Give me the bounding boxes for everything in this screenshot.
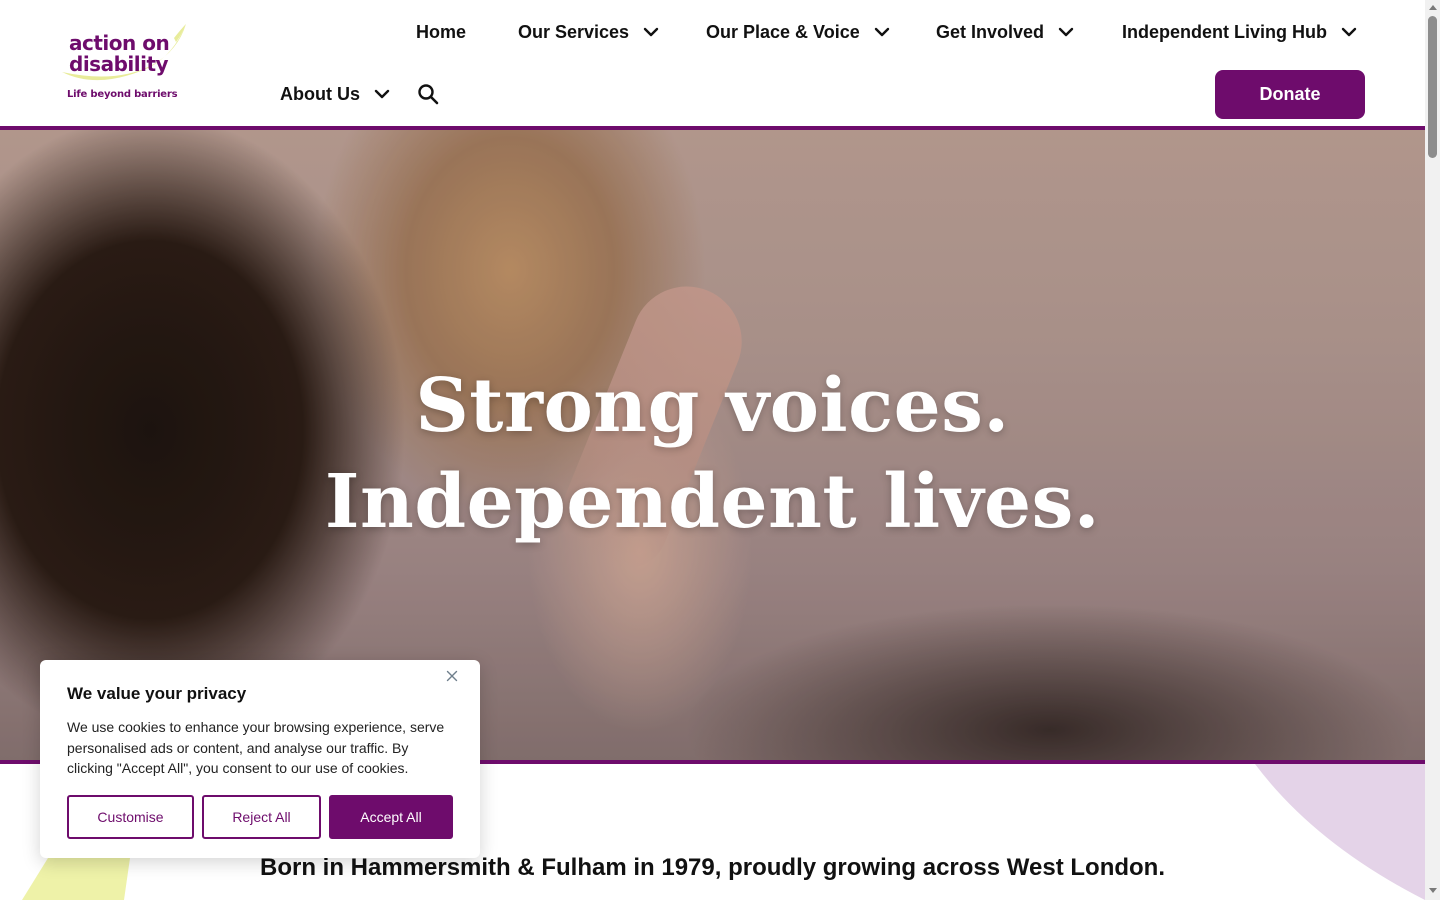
scroll-down-arrow-icon[interactable] [1429, 888, 1437, 893]
scrollbar-thumb[interactable] [1428, 16, 1437, 158]
nav-get-involved[interactable]: Get Involved [936, 19, 1074, 45]
chevron-down-icon [1341, 27, 1357, 37]
nav-about-us[interactable]: About Us [280, 81, 390, 107]
page-scrollbar[interactable] [1425, 0, 1440, 900]
nav-independent-living-hub-label: Independent Living Hub [1122, 21, 1327, 42]
customise-button[interactable]: Customise [67, 795, 194, 839]
nav-about-us-label: About Us [280, 83, 360, 104]
search-icon[interactable] [417, 83, 439, 105]
chevron-down-icon [643, 27, 659, 37]
logo[interactable]: action on disability Life beyond barrier… [58, 20, 190, 106]
reject-all-button[interactable]: Reject All [202, 795, 321, 839]
chevron-down-icon [1058, 27, 1074, 37]
nav-our-services[interactable]: Our Services [518, 19, 659, 45]
nav-home[interactable]: Home [416, 19, 466, 45]
intro-heading: Born in Hammersmith & Fulham in 1979, pr… [259, 854, 1165, 881]
logo-text-line2: disability [69, 52, 169, 76]
close-icon[interactable] [444, 668, 460, 684]
logo-tagline: Life beyond barriers [67, 89, 178, 100]
cookie-message: We use cookies to enhance your browsing … [67, 719, 445, 776]
scroll-up-arrow-icon[interactable] [1429, 5, 1437, 10]
nav-home-label: Home [416, 21, 467, 42]
hero-heading-line1: Strong voices. [415, 363, 1010, 449]
accept-all-button[interactable]: Accept All [329, 795, 453, 839]
nav-our-place-voice-label: Our Place & Voice [706, 21, 860, 42]
cookie-title: We value your privacy [67, 684, 247, 703]
hero-heading: Strong voices. Independent lives. [0, 358, 1425, 550]
nav-our-services-label: Our Services [518, 21, 630, 42]
cookie-consent-banner: We value your privacy We use cookies to … [40, 660, 480, 858]
chevron-down-icon [374, 89, 390, 99]
nav-get-involved-label: Get Involved [936, 21, 1045, 42]
site-header: action on disability Life beyond barrier… [0, 0, 1425, 126]
logo-text-line1: action on [69, 31, 170, 55]
nav-independent-living-hub[interactable]: Independent Living Hub [1122, 19, 1357, 45]
chevron-down-icon [874, 27, 889, 37]
nav-our-place-voice[interactable]: Our Place & Voice [706, 19, 890, 45]
hero-heading-line2: Independent lives. [324, 459, 1101, 545]
donate-button[interactable]: Donate [1215, 70, 1365, 119]
